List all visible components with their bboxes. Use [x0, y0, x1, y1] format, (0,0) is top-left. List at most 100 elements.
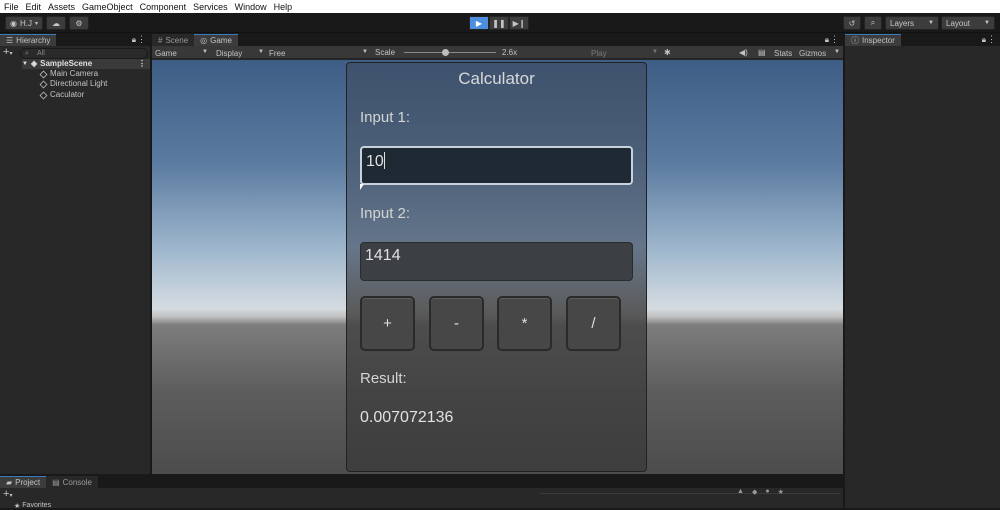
add-asset-button[interactable]: +▾: [3, 488, 12, 500]
text-caret: [383, 152, 385, 169]
star-filter-icon[interactable]: ★: [778, 488, 784, 496]
kebab-menu-icon[interactable]: ⋮: [138, 59, 146, 69]
keyboard-icon[interactable]: ▤: [758, 47, 766, 58]
chevron-down-icon: ▼: [984, 20, 990, 26]
input2-field[interactable]: 1414: [360, 242, 633, 281]
calculator-title: Calculator: [458, 69, 535, 88]
tab-console[interactable]: ▤ Console: [46, 476, 98, 488]
chevron-down-icon: ▾: [9, 51, 13, 57]
lock-icon[interactable]: 🔒︎: [982, 35, 986, 45]
add-object-button[interactable]: +▾: [3, 46, 12, 58]
cloud-button[interactable]: ☁: [46, 16, 66, 30]
layers-label: Layers: [890, 18, 915, 28]
pause-button[interactable]: ❚❚: [489, 16, 509, 30]
hierarchy-search-input[interactable]: ⌕ All: [20, 48, 148, 59]
chevron-down-icon: ▾: [34, 20, 38, 27]
list-item-label: Caculator: [50, 90, 85, 99]
list-item[interactable]: Main Camera: [39, 69, 98, 79]
unity-scene-icon: ◈: [30, 59, 38, 68]
chevron-down-icon: ▼: [834, 49, 840, 55]
account-label: H.J: [19, 18, 32, 28]
multiply-button[interactable]: *: [497, 296, 552, 351]
gizmos-label: Gizmos: [799, 49, 827, 58]
play-controls: ▶ ❚❚ ▶❙: [469, 16, 529, 30]
project-toolbar-strip: [540, 490, 840, 494]
menu-assets[interactable]: Assets: [48, 2, 75, 12]
hidden-icon[interactable]: ●: [765, 488, 769, 496]
account-dropdown[interactable]: ◉ H.J ▾: [5, 16, 43, 30]
scale-slider[interactable]: [404, 49, 496, 56]
info-icon: ⓘ: [851, 36, 859, 45]
tab-inspector[interactable]: ⓘ Inspector: [845, 34, 901, 46]
list-item[interactable]: Directional Light: [39, 79, 108, 89]
inspector-tabstrip: ⓘ Inspector 🔒︎ ⋮: [845, 34, 1000, 46]
menu-gameobject[interactable]: GameObject: [82, 2, 133, 12]
chevron-down-icon: ▾: [9, 493, 13, 499]
layers-dropdown[interactable]: Layers ▼: [885, 16, 939, 30]
game-tabstrip: # Scene ◎ Game 🔒︎ ⋮: [152, 34, 843, 46]
history-icon: ↺: [848, 18, 856, 28]
menu-window[interactable]: Window: [235, 2, 267, 12]
menu-bar: File Edit Assets GameObject Component Se…: [0, 0, 1000, 13]
folder-icon: ▰: [6, 478, 13, 487]
input2-label: Input 2:: [360, 205, 411, 222]
input1-label: Input 1:: [360, 109, 411, 126]
list-item-label: Directional Light: [50, 79, 108, 88]
inspector-panel: ⓘ Inspector 🔒︎ ⋮: [844, 34, 1000, 508]
tab-hierarchy-label: Hierarchy: [16, 36, 51, 45]
step-button[interactable]: ▶❙: [509, 16, 529, 30]
play-button[interactable]: ▶: [469, 16, 489, 30]
tag-icon[interactable]: ◆: [752, 488, 757, 496]
lock-icon[interactable]: 🔒︎: [132, 35, 136, 45]
game-mode-label: Game: [155, 49, 177, 58]
kebab-menu-icon[interactable]: ⋮: [987, 34, 996, 45]
input1-field[interactable]: 10: [360, 146, 633, 185]
favorites-label: Favorites: [22, 502, 52, 509]
chevron-down-icon: ▼: [362, 49, 368, 55]
lock-icon[interactable]: 🔒︎: [825, 35, 829, 45]
layout-label: Layout: [946, 18, 971, 28]
collab-button[interactable]: ⚙: [69, 16, 89, 30]
list-item[interactable]: Caculator: [39, 90, 85, 100]
chevron-down-icon: ▼: [202, 49, 208, 55]
menu-component[interactable]: Component: [140, 2, 187, 12]
tab-game-label: Game: [210, 36, 232, 45]
menu-file[interactable]: File: [4, 2, 19, 12]
menu-help[interactable]: Help: [274, 2, 293, 12]
cloud-icon: ☁: [52, 18, 60, 28]
menu-services[interactable]: Services: [193, 2, 228, 12]
account-icon: ◉: [10, 18, 17, 28]
gameobject-cube-icon: [39, 91, 48, 99]
project-tabstrip: ▰ Project ▤ Console: [0, 476, 843, 488]
tab-project[interactable]: ▰ Project: [0, 476, 47, 488]
game-view-panel: # Scene ◎ Game 🔒︎ ⋮ Game ▼ Display 1 ▼ F…: [152, 34, 843, 474]
play-icon: ▶: [475, 18, 483, 28]
divide-button[interactable]: /: [566, 296, 621, 351]
star-icon: ★: [14, 503, 21, 510]
grid-icon: #: [158, 35, 163, 45]
kebab-menu-icon[interactable]: ⋮: [137, 34, 146, 45]
kebab-menu-icon[interactable]: ⋮: [830, 34, 839, 45]
tab-game[interactable]: ◎ Game: [194, 34, 238, 46]
tab-project-label: Project: [15, 478, 41, 487]
favorites-item[interactable]: ★ Favorites: [14, 502, 51, 510]
filter-icon[interactable]: ▲: [737, 488, 744, 496]
gameobject-cube-icon: [39, 80, 48, 88]
layout-dropdown[interactable]: Layout ▼: [941, 16, 995, 30]
chevron-down-icon: ▼: [258, 49, 264, 55]
subtract-button[interactable]: -: [429, 296, 484, 351]
tab-hierarchy[interactable]: ☰ Hierarchy: [0, 34, 57, 46]
gameobject-cube-icon: [39, 70, 48, 78]
scale-slider-thumb[interactable]: [442, 49, 449, 56]
mute-audio-icon[interactable]: ◀): [739, 47, 748, 58]
bug-icon[interactable]: ✱: [664, 47, 671, 58]
menu-edit[interactable]: Edit: [26, 2, 42, 12]
game-view-toolbar: Game ▼ Display 1 ▼ Free Aspect ▼ Scale 2…: [152, 46, 843, 69]
hierarchy-scene-root[interactable]: ▼ ◈ SampleScene ⋮: [22, 59, 150, 69]
tab-scene[interactable]: # Scene: [152, 34, 195, 46]
search-button[interactable]: ⌕: [864, 16, 882, 30]
add-button[interactable]: +: [360, 296, 415, 351]
tab-console-label: Console: [62, 477, 92, 487]
collab-icon: ⚙: [75, 18, 83, 28]
history-button[interactable]: ↺: [843, 16, 861, 30]
